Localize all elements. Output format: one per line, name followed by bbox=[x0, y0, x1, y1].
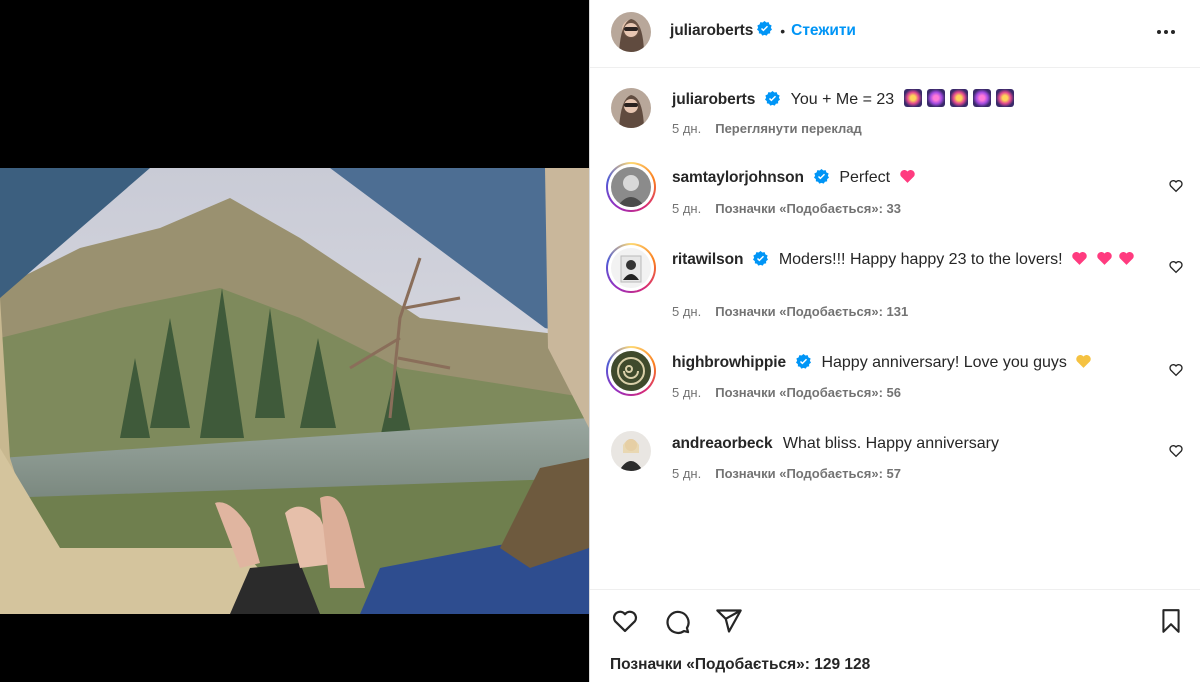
comment-text-row: highbrowhippie Happy anniversary! Love y… bbox=[672, 352, 1152, 376]
pink-heart-emoji-icon bbox=[899, 169, 915, 183]
verified-badge-icon bbox=[813, 169, 829, 191]
comment-icon[interactable] bbox=[662, 606, 692, 636]
comment-username[interactable]: andreaorbeck bbox=[672, 435, 773, 452]
pink-heart-emoji-icon bbox=[1072, 251, 1087, 265]
verified-badge-icon bbox=[795, 354, 811, 376]
yellow-heart-emoji-icon bbox=[1076, 354, 1092, 368]
comment-meta: 5 дн. Позначки «Подобається»: 33 bbox=[672, 201, 901, 216]
post-actions bbox=[610, 606, 744, 636]
story-ring[interactable] bbox=[606, 162, 656, 212]
fireworks-emoji-icon bbox=[903, 89, 922, 107]
comment-text: Happy anniversary! Love you guys bbox=[821, 354, 1067, 371]
pink-heart-emoji-icon bbox=[1119, 251, 1134, 265]
commenter-avatar bbox=[611, 248, 651, 288]
comment-text: What bliss. Happy anniversary bbox=[782, 435, 1000, 452]
bookmark-icon[interactable] bbox=[1156, 606, 1186, 636]
post-photo[interactable] bbox=[0, 168, 589, 614]
caption-text-row: juliaroberts You + Me = 23 bbox=[672, 89, 1152, 113]
comment-username[interactable]: samtaylorjohnson bbox=[672, 169, 804, 186]
story-ring[interactable] bbox=[606, 346, 656, 396]
comment-like-heart-icon[interactable] bbox=[1168, 362, 1184, 378]
share-icon[interactable] bbox=[714, 606, 744, 636]
comment-meta: 5 дн. Позначки «Подобається»: 57 bbox=[672, 466, 901, 481]
heart-icon[interactable] bbox=[610, 606, 640, 636]
caption-username[interactable]: juliaroberts bbox=[672, 91, 755, 108]
comment-username[interactable]: ritawilson bbox=[672, 251, 743, 268]
comment-like-heart-icon[interactable] bbox=[1168, 259, 1184, 275]
footer-divider bbox=[590, 589, 1200, 590]
author-avatar[interactable] bbox=[611, 12, 651, 52]
comment-likes[interactable]: Позначки «Подобається»: 131 bbox=[715, 304, 908, 319]
likes-count[interactable]: Позначки «Подобається»: 129 128 bbox=[610, 656, 870, 674]
comment-meta: 5 дн. Позначки «Подобається»: 56 bbox=[672, 385, 901, 400]
verified-badge-icon bbox=[765, 91, 781, 113]
comment-time[interactable]: 5 дн. bbox=[672, 385, 701, 400]
caption-text: You + Me = 23 bbox=[790, 91, 895, 108]
comment-text-row: ritawilson Moders!!! Happy happy 23 to t… bbox=[672, 249, 1152, 273]
translate-link[interactable]: Переглянути переклад bbox=[715, 121, 862, 136]
comment-username[interactable]: highbrowhippie bbox=[672, 354, 786, 371]
tent-river-photo bbox=[0, 168, 589, 614]
post-header: juliaroberts • Стежити bbox=[590, 0, 1200, 68]
verified-badge-icon bbox=[757, 21, 773, 41]
fireworks-emoji-icon bbox=[972, 89, 991, 107]
fireworks-emoji-icon bbox=[949, 89, 968, 107]
fireworks-emoji-icon bbox=[926, 89, 945, 107]
commenter-avatar bbox=[611, 167, 651, 207]
author-username[interactable]: juliaroberts bbox=[670, 22, 753, 40]
comment-like-heart-icon[interactable] bbox=[1168, 443, 1184, 459]
commenter-avatar bbox=[611, 351, 651, 391]
follow-button[interactable]: Стежити bbox=[791, 22, 856, 40]
commenter-avatar[interactable] bbox=[611, 431, 651, 471]
story-ring[interactable] bbox=[606, 243, 656, 293]
caption-author-avatar[interactable] bbox=[611, 88, 651, 128]
verified-badge-icon bbox=[753, 251, 769, 273]
post-media-panel bbox=[0, 0, 589, 682]
comment-time[interactable]: 5 дн. bbox=[672, 466, 701, 481]
fireworks-emoji-icon bbox=[995, 89, 1014, 107]
comment-text-row: andreaorbeck What bliss. Happy anniversa… bbox=[672, 433, 1152, 455]
comment-text: Moders!!! Happy happy 23 to the lovers! bbox=[778, 251, 1063, 268]
comment-like-heart-icon[interactable] bbox=[1168, 178, 1184, 194]
comment-text: Perfect bbox=[839, 169, 891, 186]
comment-likes[interactable]: Позначки «Подобається»: 57 bbox=[715, 466, 901, 481]
header-separator: • bbox=[780, 23, 786, 39]
pink-heart-emoji-icon bbox=[1097, 251, 1113, 265]
comment-time[interactable]: 5 дн. bbox=[672, 304, 701, 319]
caption-meta: 5 дн. Переглянути переклад bbox=[672, 121, 862, 136]
comment-meta: 5 дн. Позначки «Подобається»: 131 bbox=[672, 304, 908, 319]
post-details-panel: juliaroberts • Стежити juliaroberts You … bbox=[590, 0, 1200, 682]
comment-time[interactable]: 5 дн. bbox=[672, 201, 701, 216]
comment-text-row: samtaylorjohnson Perfect bbox=[672, 167, 1152, 191]
comment-likes[interactable]: Позначки «Подобається»: 56 bbox=[715, 385, 901, 400]
caption-time[interactable]: 5 дн. bbox=[672, 121, 701, 136]
comment-likes[interactable]: Позначки «Подобається»: 33 bbox=[715, 201, 901, 216]
more-options-icon[interactable] bbox=[1154, 20, 1178, 44]
